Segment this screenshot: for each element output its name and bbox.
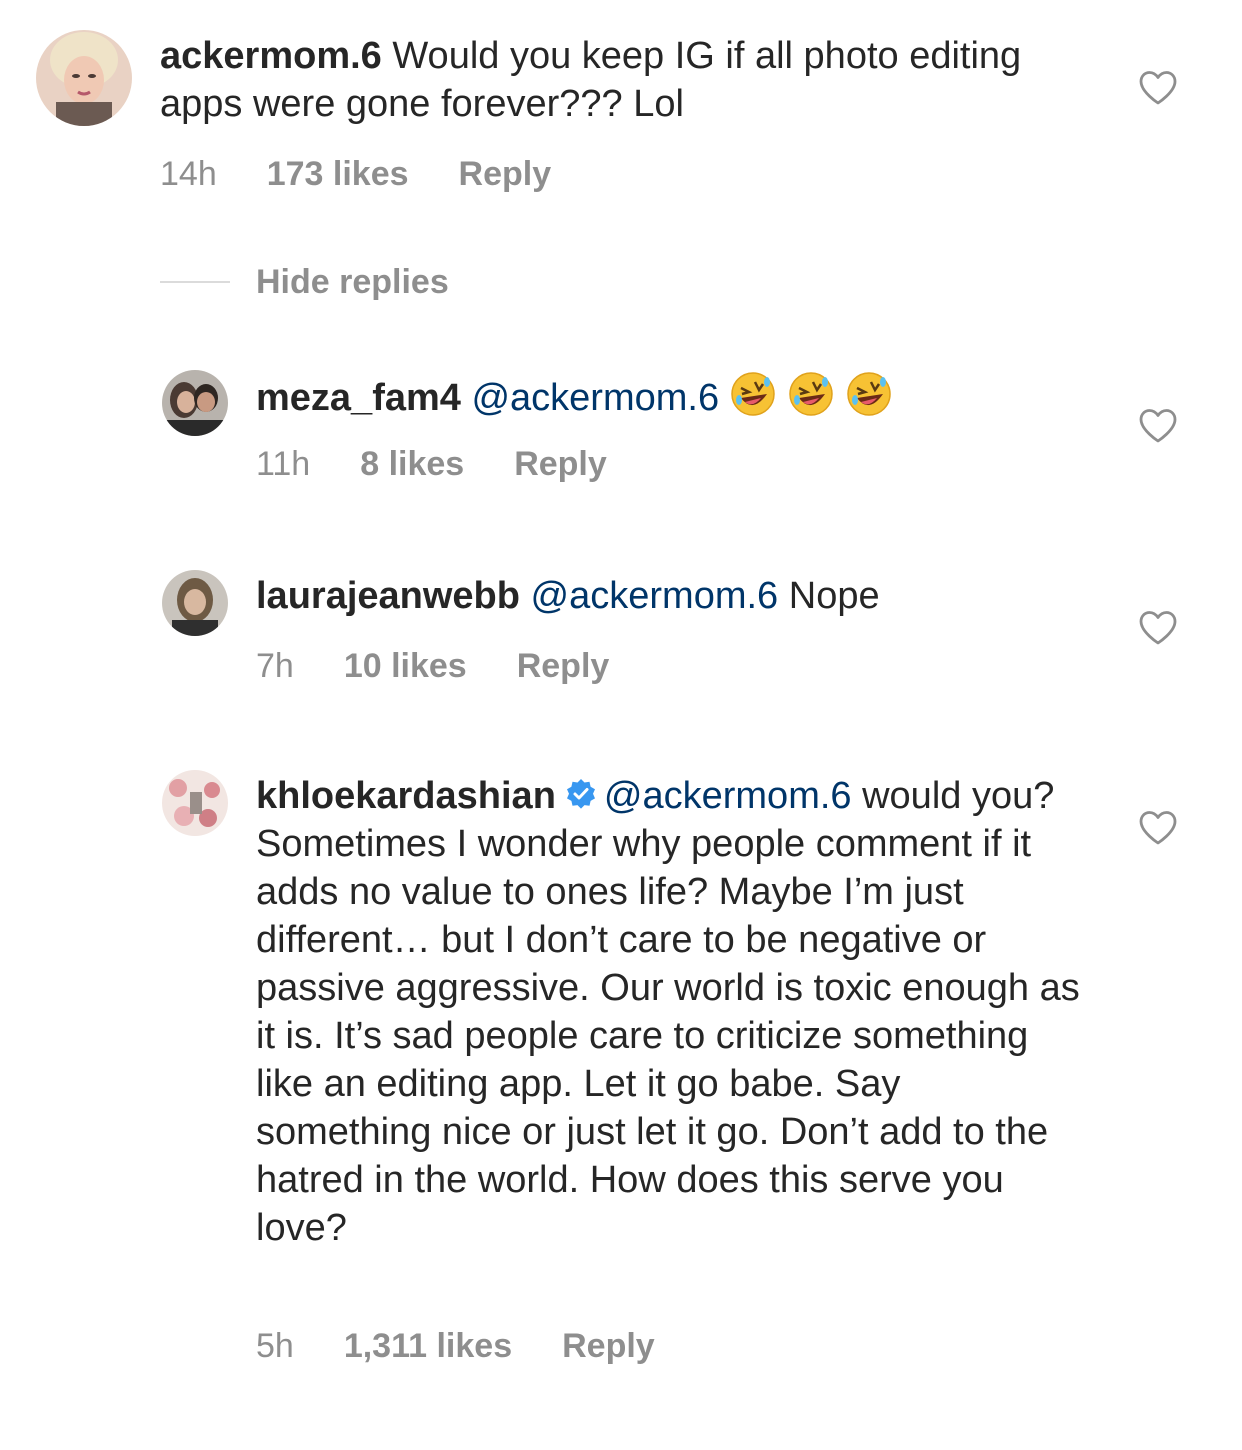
avatar-photo: [36, 30, 132, 126]
reply-khloekardashian: khloekardashian @ackermom.6 would you? So…: [0, 760, 1242, 1400]
reply-body: laurajeanwebb @ackermom.6 Nope: [256, 572, 1076, 620]
comment-body: ackermom.6 Would you keep IG if all phot…: [160, 32, 1060, 128]
comment-meta: 14h 173 likes Reply: [160, 154, 551, 194]
reply-button[interactable]: Reply: [562, 1326, 655, 1366]
avatar-photo: [162, 770, 228, 836]
reply-meta: 5h 1,311 likes Reply: [256, 1326, 655, 1366]
reply-time: 7h: [256, 647, 294, 685]
rolling-on-floor-laughing-emoji: [789, 372, 833, 416]
reply-username[interactable]: khloekardashian: [256, 775, 556, 817]
comment-likes[interactable]: 173 likes: [267, 154, 409, 194]
avatar[interactable]: [36, 30, 132, 126]
avatar[interactable]: [162, 770, 228, 836]
reply-text: Nope: [788, 575, 880, 617]
hide-replies-toggle[interactable]: Hide replies: [160, 262, 449, 302]
comment-ackermom: ackermom.6 Would you keep IG if all phot…: [0, 0, 1242, 230]
hide-replies-label[interactable]: Hide replies: [256, 262, 449, 302]
rolling-on-floor-laughing-emoji: [731, 372, 775, 416]
reply-meza-fam4: meza_fam4 @ackermom.6 11h 8 likes Reply: [0, 360, 1242, 500]
reply-likes[interactable]: 10 likes: [344, 646, 467, 686]
comment-reply-button[interactable]: Reply: [459, 154, 552, 194]
divider-line: [160, 281, 230, 283]
reply-username[interactable]: meza_fam4: [256, 377, 461, 419]
reply-username[interactable]: laurajeanwebb: [256, 575, 520, 617]
reply-time: 5h: [256, 1327, 294, 1365]
reply-likes[interactable]: 1,311 likes: [344, 1326, 512, 1366]
reply-likes[interactable]: 8 likes: [360, 444, 464, 484]
reply-body: meza_fam4 @ackermom.6: [256, 370, 1076, 422]
heart-outline-icon[interactable]: [1138, 408, 1178, 444]
reply-text: would you? Sometimes I wonder why people…: [256, 775, 1080, 1249]
avatar[interactable]: [162, 570, 228, 636]
reply-mention[interactable]: @ackermom.6: [604, 775, 852, 817]
reply-button[interactable]: Reply: [517, 646, 610, 686]
avatar-photo: [162, 570, 228, 636]
reply-button[interactable]: Reply: [514, 444, 607, 484]
reply-meta: 7h 10 likes Reply: [256, 646, 609, 686]
heart-outline-icon[interactable]: [1138, 70, 1178, 106]
heart-outline-icon[interactable]: [1138, 610, 1178, 646]
reply-laurajeanwebb: laurajeanwebb @ackermom.6 Nope 7h 10 lik…: [0, 560, 1242, 700]
avatar[interactable]: [162, 370, 228, 436]
reply-time: 11h: [256, 445, 311, 483]
avatar-photo: [162, 370, 228, 436]
comment-time: 14h: [160, 155, 217, 193]
verified-badge-icon: [566, 779, 595, 809]
comment-username[interactable]: ackermom.6: [160, 35, 382, 77]
reply-mention[interactable]: @ackermom.6: [531, 575, 779, 617]
laughing-emoji-group: [719, 372, 893, 419]
reply-meta: 11h 8 likes Reply: [256, 444, 607, 484]
heart-outline-icon[interactable]: [1138, 810, 1178, 846]
reply-body: khloekardashian @ackermom.6 would you? So…: [256, 772, 1086, 1252]
rolling-on-floor-laughing-emoji: [847, 372, 891, 416]
reply-mention[interactable]: @ackermom.6: [471, 377, 719, 419]
